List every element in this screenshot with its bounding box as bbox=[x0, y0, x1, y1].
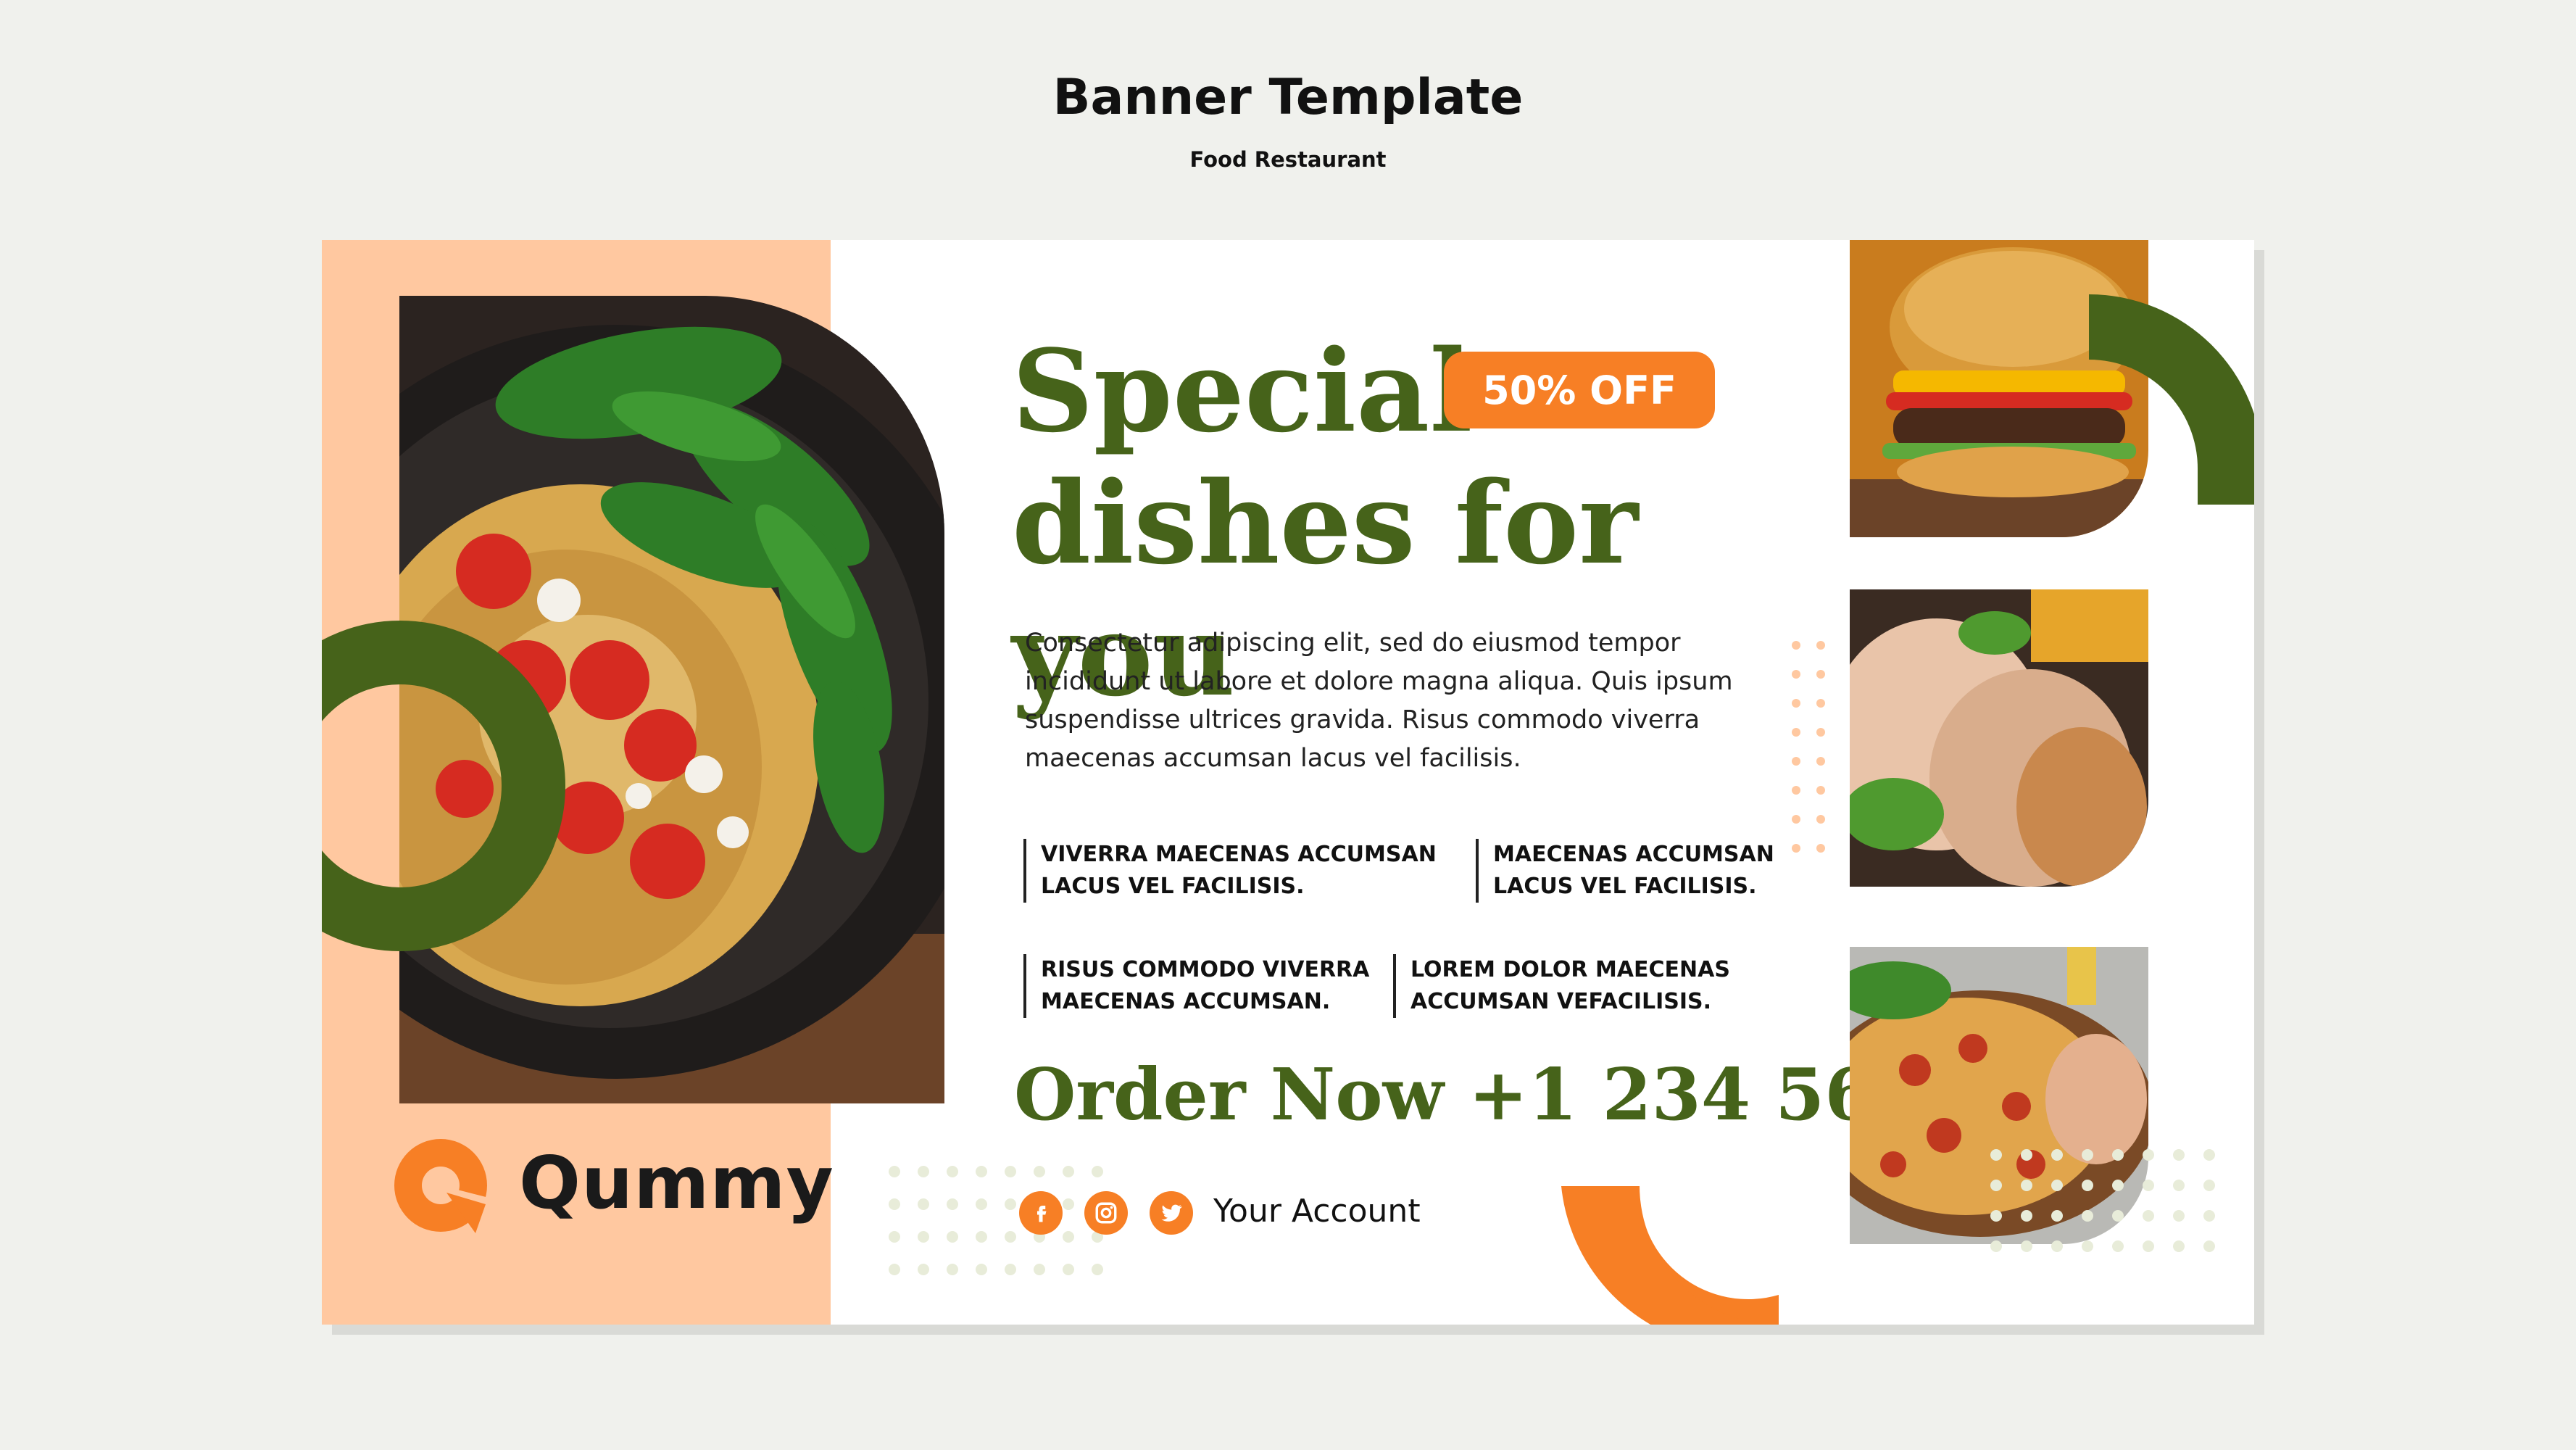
feature-line: VIVERRA MAECENAS ACCUMSAN bbox=[1041, 842, 1437, 867]
feature-line: MAECENAS ACCUMSAN. bbox=[1041, 989, 1331, 1014]
your-account-link[interactable]: Your Account bbox=[1213, 1193, 1421, 1230]
brand-name: Qummy bbox=[519, 1140, 834, 1225]
feature-item: MAECENAS ACCUMSAN LACUS VEL FACILISIS. bbox=[1476, 839, 1774, 903]
feature-line: LACUS VEL FACILISIS. bbox=[1493, 874, 1757, 899]
feature-line: MAECENAS ACCUMSAN bbox=[1493, 842, 1774, 867]
qummy-logo-icon bbox=[394, 1139, 491, 1236]
facebook-icon[interactable] bbox=[1019, 1191, 1063, 1235]
instagram-icon[interactable] bbox=[1084, 1191, 1128, 1235]
page-subtitle: Food Restaurant bbox=[1189, 147, 1387, 172]
feature-line: ACCUMSAN VEFACILISIS. bbox=[1410, 989, 1712, 1014]
twitter-icon[interactable] bbox=[1150, 1191, 1193, 1235]
feature-item: RISUS COMMODO VIVERRA MAECENAS ACCUMSAN. bbox=[1023, 954, 1369, 1018]
feature-item: VIVERRA MAECENAS ACCUMSAN LACUS VEL FACI… bbox=[1023, 839, 1437, 903]
decorative-dots bbox=[1990, 1149, 2215, 1252]
green-arc-decoration bbox=[2089, 294, 2254, 505]
discount-badge: 50% OFF bbox=[1444, 352, 1715, 428]
banner: Qummy Special dishes for you 50% OFF Con… bbox=[322, 240, 2254, 1325]
orange-arc-decoration bbox=[1561, 1186, 1779, 1325]
feature-line: LOREM DOLOR MAECENAS bbox=[1410, 957, 1730, 982]
order-now-phone: Order Now +1 234 567 bbox=[1014, 1053, 1924, 1137]
feature-line: RISUS COMMODO VIVERRA bbox=[1041, 957, 1370, 982]
description-text: Consectetur adipiscing elit, sed do eius… bbox=[1025, 629, 1733, 773]
feature-line: LACUS VEL FACILISIS. bbox=[1041, 874, 1305, 899]
pork-chop-photo bbox=[1850, 589, 2148, 887]
page-title: Banner Template bbox=[1052, 69, 1524, 126]
decorative-dots bbox=[1792, 641, 1825, 853]
feature-item: LOREM DOLOR MAECENAS ACCUMSAN VEFACILISI… bbox=[1393, 954, 1730, 1018]
